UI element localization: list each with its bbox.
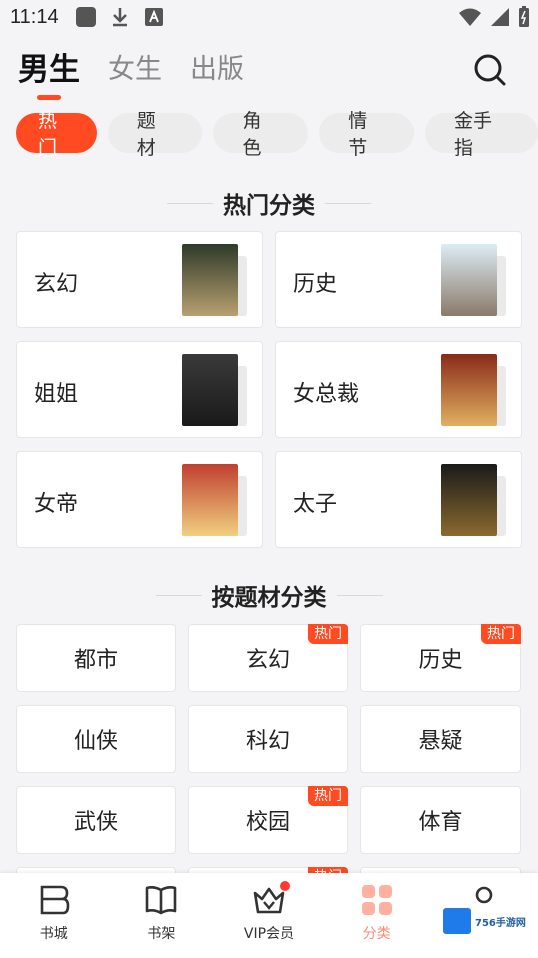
hot-section-title-text: 热门分类 bbox=[223, 193, 315, 219]
vip-crown-icon bbox=[252, 881, 290, 917]
category-card[interactable]: 太子 bbox=[275, 451, 522, 548]
genre-card[interactable]: 体育 bbox=[360, 786, 521, 854]
genre-card[interactable]: 悬疑 bbox=[360, 705, 521, 773]
chip-hot[interactable]: 热门 bbox=[16, 110, 97, 159]
cover-art bbox=[182, 244, 238, 316]
tab-publish[interactable]: 出版 bbox=[190, 50, 244, 94]
category-name: 玄幻 bbox=[34, 272, 79, 297]
genre-card[interactable]: 仙侠 bbox=[16, 705, 176, 773]
book-cover-image bbox=[182, 354, 238, 426]
cover-art bbox=[441, 354, 497, 426]
book-cover-image bbox=[182, 464, 238, 536]
nav-label: 分类 bbox=[362, 926, 391, 942]
divider-line bbox=[325, 202, 371, 204]
divider-line bbox=[155, 594, 202, 596]
cover-art bbox=[441, 244, 497, 316]
search-icon[interactable] bbox=[472, 52, 508, 88]
genre-section-title-text: 按题材分类 bbox=[211, 585, 327, 611]
genre-card[interactable]: 历史 热门 bbox=[360, 624, 521, 692]
hot-badge: 热门 bbox=[308, 786, 348, 806]
watermark-text: 756手游网 bbox=[475, 917, 526, 929]
tab-male[interactable]: 男生 bbox=[18, 50, 80, 94]
hot-section-title: 热门分类 bbox=[0, 186, 538, 220]
top-tabs: 男生 女生 出版 bbox=[18, 50, 244, 94]
status-time: 11:14 bbox=[10, 5, 59, 28]
category-grid-icon bbox=[360, 883, 394, 917]
cover-art bbox=[441, 464, 497, 536]
chip-golden-finger[interactable]: 金手指 bbox=[424, 110, 538, 159]
battery-icon bbox=[518, 6, 530, 32]
genre-name: 体育 bbox=[418, 810, 463, 835]
cover-background bbox=[182, 464, 238, 536]
nav-label: VIP会员 bbox=[243, 926, 295, 942]
category-name: 女总裁 bbox=[293, 382, 360, 407]
hot-badge: 热门 bbox=[481, 624, 521, 644]
signal-icon bbox=[490, 7, 510, 31]
bookshelf-icon bbox=[144, 883, 178, 917]
cover-background bbox=[441, 354, 497, 426]
genre-name: 玄幻 bbox=[245, 648, 290, 673]
hot-badge: 热门 bbox=[308, 624, 348, 644]
book-cover-image bbox=[441, 354, 497, 426]
genre-name: 校园 bbox=[245, 810, 290, 835]
app-icon bbox=[75, 6, 97, 28]
genre-name: 悬疑 bbox=[418, 729, 463, 754]
genre-name: 科幻 bbox=[245, 729, 290, 754]
genre-card[interactable]: 都市 bbox=[16, 624, 176, 692]
category-name: 女帝 bbox=[34, 492, 79, 517]
bookstore-icon bbox=[37, 883, 71, 917]
category-card[interactable]: 玄幻 bbox=[16, 231, 263, 328]
category-card[interactable]: 女帝 bbox=[16, 451, 263, 548]
font-icon bbox=[143, 6, 165, 28]
book-cover-image bbox=[441, 464, 497, 536]
watermark-logo: 756手游网 bbox=[443, 904, 533, 938]
cover-background bbox=[441, 464, 497, 536]
genre-card[interactable]: 校园 热门 bbox=[188, 786, 348, 854]
cover-background bbox=[441, 244, 497, 316]
genre-section-title: 按题材分类 bbox=[0, 578, 538, 612]
nav-category[interactable]: 分类 bbox=[323, 873, 431, 958]
notification-dot bbox=[279, 881, 290, 891]
watermark-box-icon bbox=[443, 908, 471, 934]
genre-name: 都市 bbox=[73, 648, 118, 673]
tab-female[interactable]: 女生 bbox=[108, 50, 162, 94]
book-cover-image bbox=[182, 244, 238, 316]
category-name: 太子 bbox=[293, 492, 338, 517]
category-card[interactable]: 姐姐 bbox=[16, 341, 263, 438]
category-card[interactable]: 女总裁 bbox=[275, 341, 522, 438]
cover-background bbox=[182, 244, 238, 316]
nav-bookstore[interactable]: 书城 bbox=[0, 873, 108, 958]
category-name: 历史 bbox=[293, 272, 338, 297]
genre-name: 仙侠 bbox=[73, 729, 118, 754]
divider-line bbox=[167, 202, 213, 204]
genre-card[interactable]: 科幻 bbox=[188, 705, 348, 773]
genre-name: 武侠 bbox=[73, 810, 118, 835]
wifi-icon bbox=[458, 7, 482, 31]
category-name: 姐姐 bbox=[34, 382, 79, 407]
nav-label: 书架 bbox=[147, 926, 176, 942]
book-cover-image bbox=[441, 244, 497, 316]
divider-line bbox=[336, 594, 383, 596]
cover-art bbox=[182, 464, 238, 536]
genre-card[interactable]: 玄幻 热门 bbox=[188, 624, 348, 692]
genre-card[interactable]: 武侠 bbox=[16, 786, 176, 854]
chip-plot[interactable]: 情节 bbox=[319, 110, 414, 159]
nav-vip[interactable]: VIP会员 bbox=[215, 873, 323, 958]
chip-role[interactable]: 角色 bbox=[213, 110, 309, 159]
cover-art bbox=[182, 354, 238, 426]
category-card[interactable]: 历史 bbox=[275, 231, 522, 328]
nav-bookshelf[interactable]: 书架 bbox=[108, 873, 216, 958]
filter-chips: 热门 题材 角色 情节 金手指 bbox=[16, 110, 538, 159]
hot-category-grid: 玄幻 历史 姐姐 女总裁 女帝 太子 bbox=[16, 231, 522, 548]
chip-theme[interactable]: 题材 bbox=[107, 110, 203, 159]
cover-background bbox=[182, 354, 238, 426]
genre-name: 历史 bbox=[418, 648, 463, 673]
download-icon bbox=[109, 6, 131, 28]
status-bar: 11:14 bbox=[0, 0, 538, 34]
nav-label: 书城 bbox=[39, 926, 68, 942]
